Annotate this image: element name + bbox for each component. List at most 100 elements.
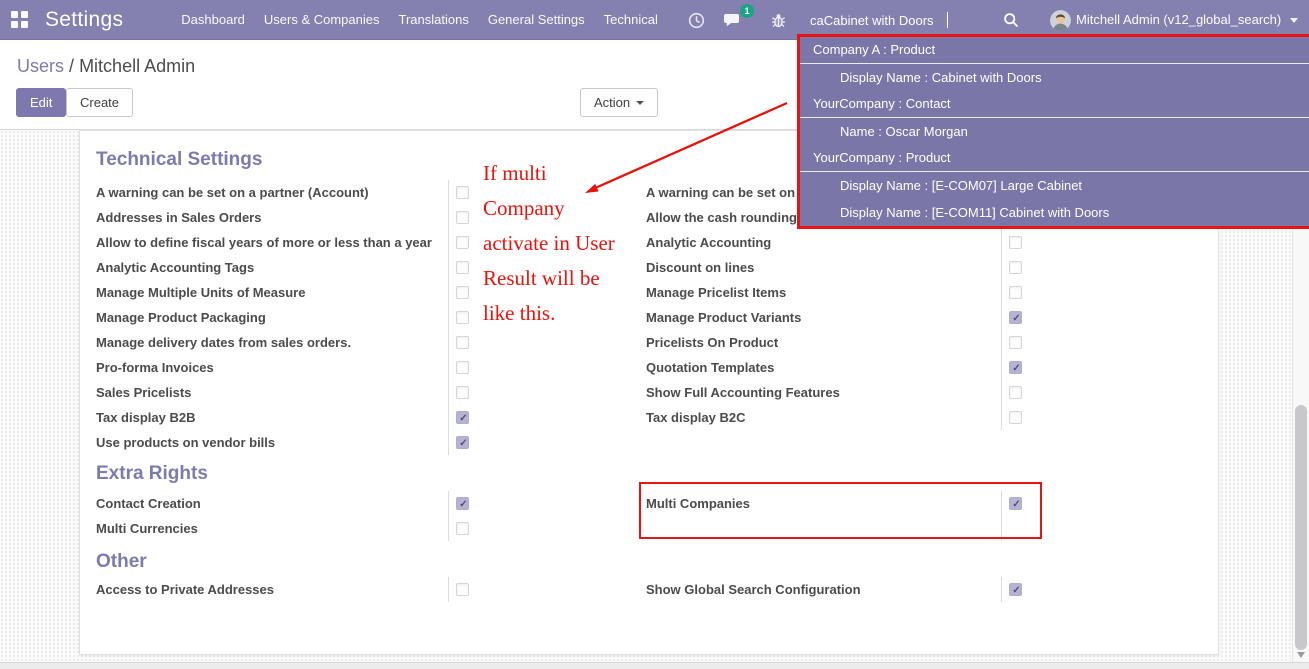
setting-label: Show Global Search Configuration xyxy=(646,582,861,597)
annotation-text: If multi Company activate in User Result wi… xyxy=(483,156,615,331)
setting-checkbox[interactable] xyxy=(1009,583,1023,597)
other-grid: Access to Private Addresses Show Global S… xyxy=(96,577,1202,602)
setting-label: Pricelists On Product xyxy=(646,335,779,350)
action-label: Action xyxy=(594,95,631,110)
setting-label: Show Full Accounting Features xyxy=(646,385,840,400)
main-menu: Dashboard Users & Companies Translations… xyxy=(181,0,658,40)
search-result-item[interactable]: Display Name : [E-COM07] Large Cabinet xyxy=(800,172,1309,199)
checkbox-cell xyxy=(448,430,646,455)
setting-checkbox[interactable] xyxy=(456,261,469,274)
annotation-line: If multi xyxy=(483,161,547,185)
setting-checkbox[interactable] xyxy=(456,361,469,374)
checkbox-cell xyxy=(448,491,646,516)
setting-label: Contact Creation xyxy=(96,496,201,511)
global-search-input[interactable] xyxy=(810,9,942,31)
checkbox-cell xyxy=(1001,577,1202,602)
setting-checkbox[interactable] xyxy=(456,583,469,596)
checkbox-cell xyxy=(1001,230,1202,255)
annotation-line: like this. xyxy=(483,301,556,325)
nav-item-translations[interactable]: Translations xyxy=(399,0,469,40)
setting-label: Tax display B2C xyxy=(646,410,746,425)
search-result-category: YourCompany : Contact xyxy=(800,91,1309,118)
setting-checkbox[interactable] xyxy=(456,311,469,324)
checkbox-cell xyxy=(448,355,646,380)
annotation-line: Result will be xyxy=(483,266,600,290)
setting-checkbox[interactable] xyxy=(456,497,470,511)
search-result-item[interactable]: Display Name : [E-COM11] Cabinet with Do… xyxy=(800,199,1309,226)
nav-item-users-companies[interactable]: Users & Companies xyxy=(264,0,380,40)
setting-checkbox[interactable] xyxy=(1009,311,1023,325)
setting-checkbox[interactable] xyxy=(456,411,470,425)
checkbox-cell xyxy=(448,577,646,602)
setting-label: Manage Multiple Units of Measure xyxy=(96,285,306,300)
setting-label: Manage delivery dates from sales orders. xyxy=(96,335,352,350)
setting-checkbox[interactable] xyxy=(1009,261,1022,274)
setting-label: Use products on vendor bills xyxy=(96,435,276,450)
breadcrumb-current: Mitchell Admin xyxy=(79,56,196,76)
search-result-item[interactable]: Display Name : Cabinet with Doors xyxy=(800,64,1309,91)
setting-checkbox[interactable] xyxy=(456,386,469,399)
checkbox-cell xyxy=(1001,255,1202,280)
checkbox-cell xyxy=(1001,305,1202,330)
setting-checkbox[interactable] xyxy=(456,236,469,249)
action-caret-icon xyxy=(636,101,645,105)
setting-checkbox[interactable] xyxy=(456,336,469,349)
messages-icon[interactable] xyxy=(724,0,743,40)
scrollbar-down-arrow[interactable] xyxy=(1297,652,1305,658)
setting-checkbox[interactable] xyxy=(1009,236,1022,249)
nav-item-technical[interactable]: Technical xyxy=(604,0,658,40)
setting-label: Access to Private Addresses xyxy=(96,582,275,597)
create-button[interactable]: Create xyxy=(66,88,134,117)
setting-label: Analytic Accounting Tags xyxy=(96,260,255,275)
setting-label: Quotation Templates xyxy=(646,360,775,375)
breadcrumb-users-link[interactable]: Users xyxy=(17,56,64,76)
checkbox-cell xyxy=(448,330,646,355)
user-menu-caret-icon xyxy=(1290,18,1298,23)
checkbox-cell xyxy=(448,405,646,430)
setting-checkbox[interactable] xyxy=(1009,411,1022,424)
setting-checkbox[interactable] xyxy=(1009,386,1022,399)
setting-checkbox[interactable] xyxy=(456,436,470,450)
activities-clock-icon[interactable] xyxy=(688,0,705,40)
checkbox-cell xyxy=(448,380,646,405)
checkbox-cell xyxy=(1001,380,1202,405)
checkbox-cell xyxy=(1001,280,1202,305)
search-result-category: Company A : Product xyxy=(800,37,1309,64)
search-results-dropdown: Company A : Product Display Name : Cabine… xyxy=(797,34,1309,229)
app-title[interactable]: Settings xyxy=(45,8,123,32)
scrollbar-thumb[interactable] xyxy=(1295,405,1307,650)
apps-menu-icon[interactable] xyxy=(11,11,28,28)
setting-checkbox[interactable] xyxy=(1009,286,1022,299)
debug-bug-icon[interactable] xyxy=(770,0,787,40)
setting-checkbox[interactable] xyxy=(1009,336,1022,349)
setting-checkbox[interactable] xyxy=(456,186,469,199)
checkbox-cell xyxy=(1001,330,1202,355)
section-title-other: Other xyxy=(96,551,147,572)
checkbox-cell xyxy=(448,516,646,541)
annotation-line: activate in User xyxy=(483,231,615,255)
user-avatar[interactable] xyxy=(1050,10,1071,31)
breadcrumb-separator: / xyxy=(69,56,75,76)
setting-checkbox[interactable] xyxy=(456,522,469,535)
setting-label: Discount on lines xyxy=(646,260,755,275)
setting-label: Manage Product Variants xyxy=(646,310,802,325)
setting-checkbox[interactable] xyxy=(1009,361,1023,375)
setting-label: Analytic Accounting xyxy=(646,235,772,250)
edit-button[interactable]: Edit xyxy=(16,88,67,117)
setting-checkbox[interactable] xyxy=(456,286,469,299)
setting-label: A warning can be set on a partner (Accou… xyxy=(96,185,369,200)
checkbox-cell xyxy=(1001,405,1202,430)
nav-item-dashboard[interactable]: Dashboard xyxy=(181,0,245,40)
setting-label: Allow to define fiscal years of more or … xyxy=(96,235,432,250)
horizontal-scrollbar[interactable] xyxy=(0,662,1309,669)
checkbox-cell xyxy=(1001,355,1202,380)
action-dropdown-button[interactable]: Action xyxy=(580,88,659,117)
text-cursor xyxy=(947,12,948,28)
breadcrumb: Users / Mitchell Admin xyxy=(17,56,195,77)
search-result-item[interactable]: Name : Oscar Morgan xyxy=(800,118,1309,145)
setting-label: Sales Pricelists xyxy=(96,385,192,400)
setting-checkbox[interactable] xyxy=(456,211,469,224)
nav-item-general-settings[interactable]: General Settings xyxy=(488,0,585,40)
setting-label: Tax display B2B xyxy=(96,410,196,425)
setting-label: Multi Currencies xyxy=(96,521,198,536)
